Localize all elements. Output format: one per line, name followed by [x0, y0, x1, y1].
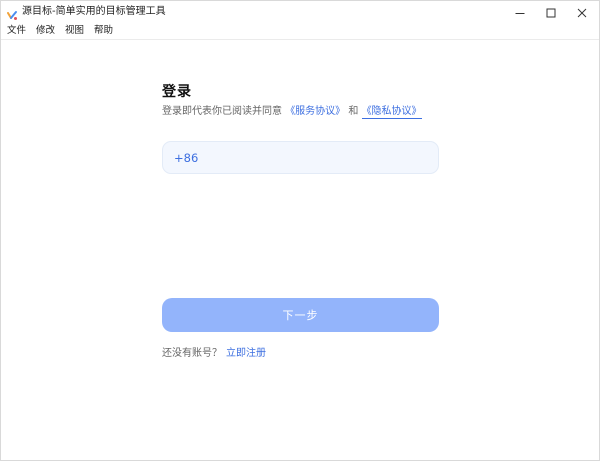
menu-item-edit[interactable]: 修改: [30, 24, 59, 38]
agreement-conjunction: 和: [348, 106, 359, 117]
register-link[interactable]: 立即注册: [226, 348, 266, 359]
next-step-button[interactable]: 下一步: [162, 298, 439, 332]
phone-input-box[interactable]: +86: [162, 141, 439, 174]
register-prompt: 还没有账号？ 立即注册: [162, 347, 266, 361]
no-account-hint: 还没有账号？: [162, 348, 222, 359]
service-agreement-link[interactable]: 《服务协议》: [285, 106, 345, 117]
window-title: 源目标-简单实用的目标管理工具: [22, 6, 166, 17]
privacy-policy-link[interactable]: 《隐私协议》: [361, 106, 422, 119]
title-bar[interactable]: 源目标-简单实用的目标管理工具: [1, 1, 599, 23]
app-logo-icon: [7, 6, 18, 20]
menu-bar: 文件 修改 视图 帮助: [1, 23, 599, 40]
agreement-text: 登录即代表你已阅读并同意 《服务协议》 和 《隐私协议》: [162, 105, 422, 119]
agreement-prefix: 登录即代表你已阅读并同意: [162, 106, 282, 117]
country-code[interactable]: +86: [174, 151, 198, 165]
app-window: 源目标-简单实用的目标管理工具 文件 修改 视图 帮助 登录 登录即代表你已阅读…: [0, 0, 600, 461]
menu-item-file[interactable]: 文件: [1, 24, 30, 38]
phone-input[interactable]: [203, 148, 432, 170]
login-title: 登录: [162, 84, 192, 100]
menu-item-help[interactable]: 帮助: [88, 24, 117, 38]
menu-item-view[interactable]: 视图: [59, 24, 88, 38]
minimize-button[interactable]: [503, 1, 537, 23]
close-button[interactable]: [565, 1, 599, 23]
minimize-icon: [515, 3, 525, 22]
close-icon: [577, 3, 587, 22]
maximize-icon: [546, 3, 556, 22]
maximize-button[interactable]: [534, 1, 568, 23]
